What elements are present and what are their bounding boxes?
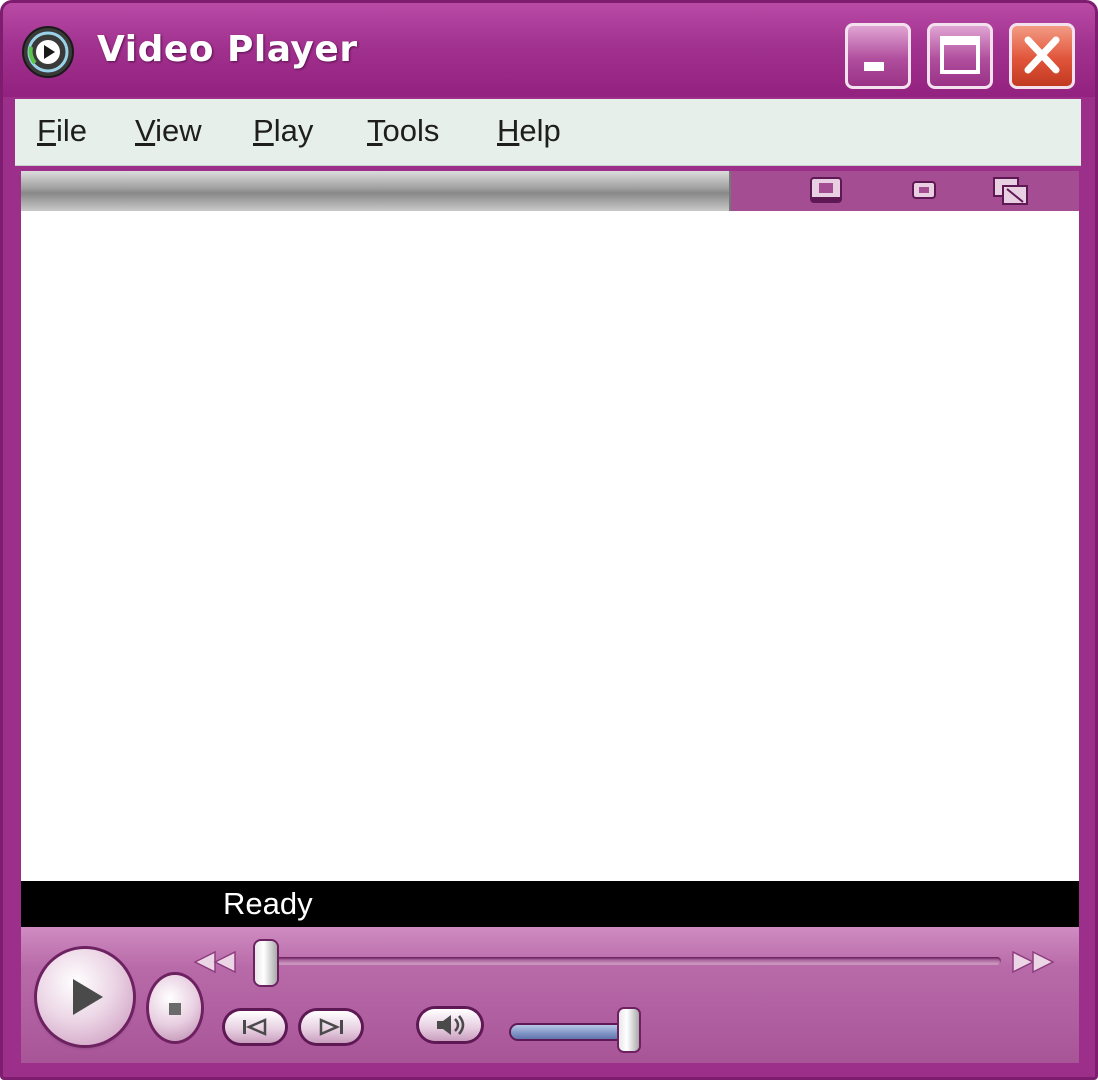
window-title: Video Player [97,29,358,70]
minimize-icon [864,62,884,71]
seek-bar[interactable] [271,957,1001,965]
menu-play[interactable]: Play [253,113,313,149]
mute-icon [437,1015,465,1035]
fast-forward-icon[interactable] [1009,949,1059,975]
volume-thumb[interactable] [619,1009,639,1051]
menu-file[interactable]: File [37,113,87,149]
minimize-to-tray-icon[interactable] [905,175,945,207]
rewind-icon[interactable] [193,949,239,975]
title-bar[interactable]: Video Player [3,3,1095,97]
volume-slider[interactable] [511,1025,627,1039]
next-icon [319,1018,343,1036]
mute-button[interactable] [419,1009,481,1041]
full-screen-icon[interactable] [991,175,1031,207]
menu-tools[interactable]: Tools [367,113,439,149]
media-player-icon [22,26,74,78]
tool-strip [21,171,1079,211]
stop-button[interactable] [149,975,201,1041]
compact-mode-icon[interactable] [807,175,847,207]
previous-button[interactable] [225,1011,285,1043]
minimize-button[interactable] [845,23,911,89]
video-player-window: Video Player File View Play Tools Help R… [0,0,1098,1080]
play-button[interactable] [37,949,133,1045]
maximize-button[interactable] [927,23,993,89]
seek-thumb[interactable] [255,941,277,985]
stop-icon [169,1003,181,1015]
status-text: Ready [223,886,313,921]
close-button[interactable] [1009,23,1075,89]
play-icon [73,979,103,1015]
menu-help[interactable]: Help [497,113,561,149]
next-button[interactable] [301,1011,361,1043]
status-bar: Ready [21,881,1079,927]
menu-bar: File View Play Tools Help [15,99,1081,166]
menu-view[interactable]: View [135,113,202,149]
playback-controls [21,927,1079,1063]
maximize-icon [940,36,980,74]
close-icon [1024,36,1060,74]
info-bar [21,171,731,211]
video-display[interactable] [21,211,1079,881]
previous-icon [243,1018,267,1036]
